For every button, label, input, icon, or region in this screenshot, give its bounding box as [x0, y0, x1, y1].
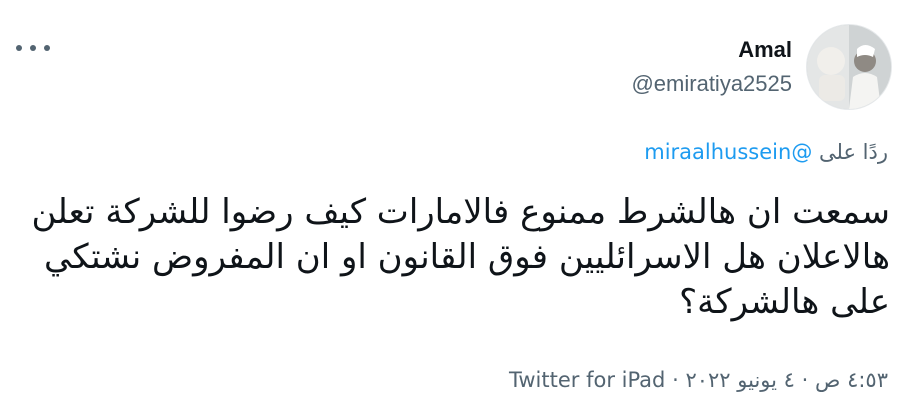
tweet-time[interactable]: ٤:٥٣ ص — [815, 368, 888, 392]
more-options-button[interactable] — [16, 36, 50, 60]
more-icon-dot — [30, 45, 36, 51]
reply-context: ردًا على @miraalhussein — [644, 140, 888, 164]
meta-separator: · — [801, 368, 809, 392]
reply-prefix: ردًا على — [819, 140, 888, 164]
meta-separator: · — [672, 368, 679, 392]
more-icon-dot — [44, 45, 50, 51]
tweet-text: سمعت ان هالشرط ممنوع فالامارات كيف رضوا … — [31, 192, 890, 322]
more-icon-dot — [16, 45, 22, 51]
tweet-header: Amal @emiratiya2525 — [631, 24, 892, 110]
tweet-date[interactable]: ٤ يونيو ٢٠٢٢ — [685, 368, 794, 392]
avatar-image — [807, 25, 891, 109]
avatar[interactable] — [806, 24, 892, 110]
tweet-meta: ٤:٥٣ ص · ٤ يونيو ٢٠٢٢ · Twitter for iPad — [509, 368, 888, 392]
tweet-source-link[interactable]: Twitter for iPad — [509, 368, 665, 392]
display-name[interactable]: Amal — [631, 35, 792, 65]
user-handle[interactable]: @emiratiya2525 — [631, 69, 792, 99]
reply-mention-link[interactable]: @miraalhussein — [644, 140, 812, 164]
